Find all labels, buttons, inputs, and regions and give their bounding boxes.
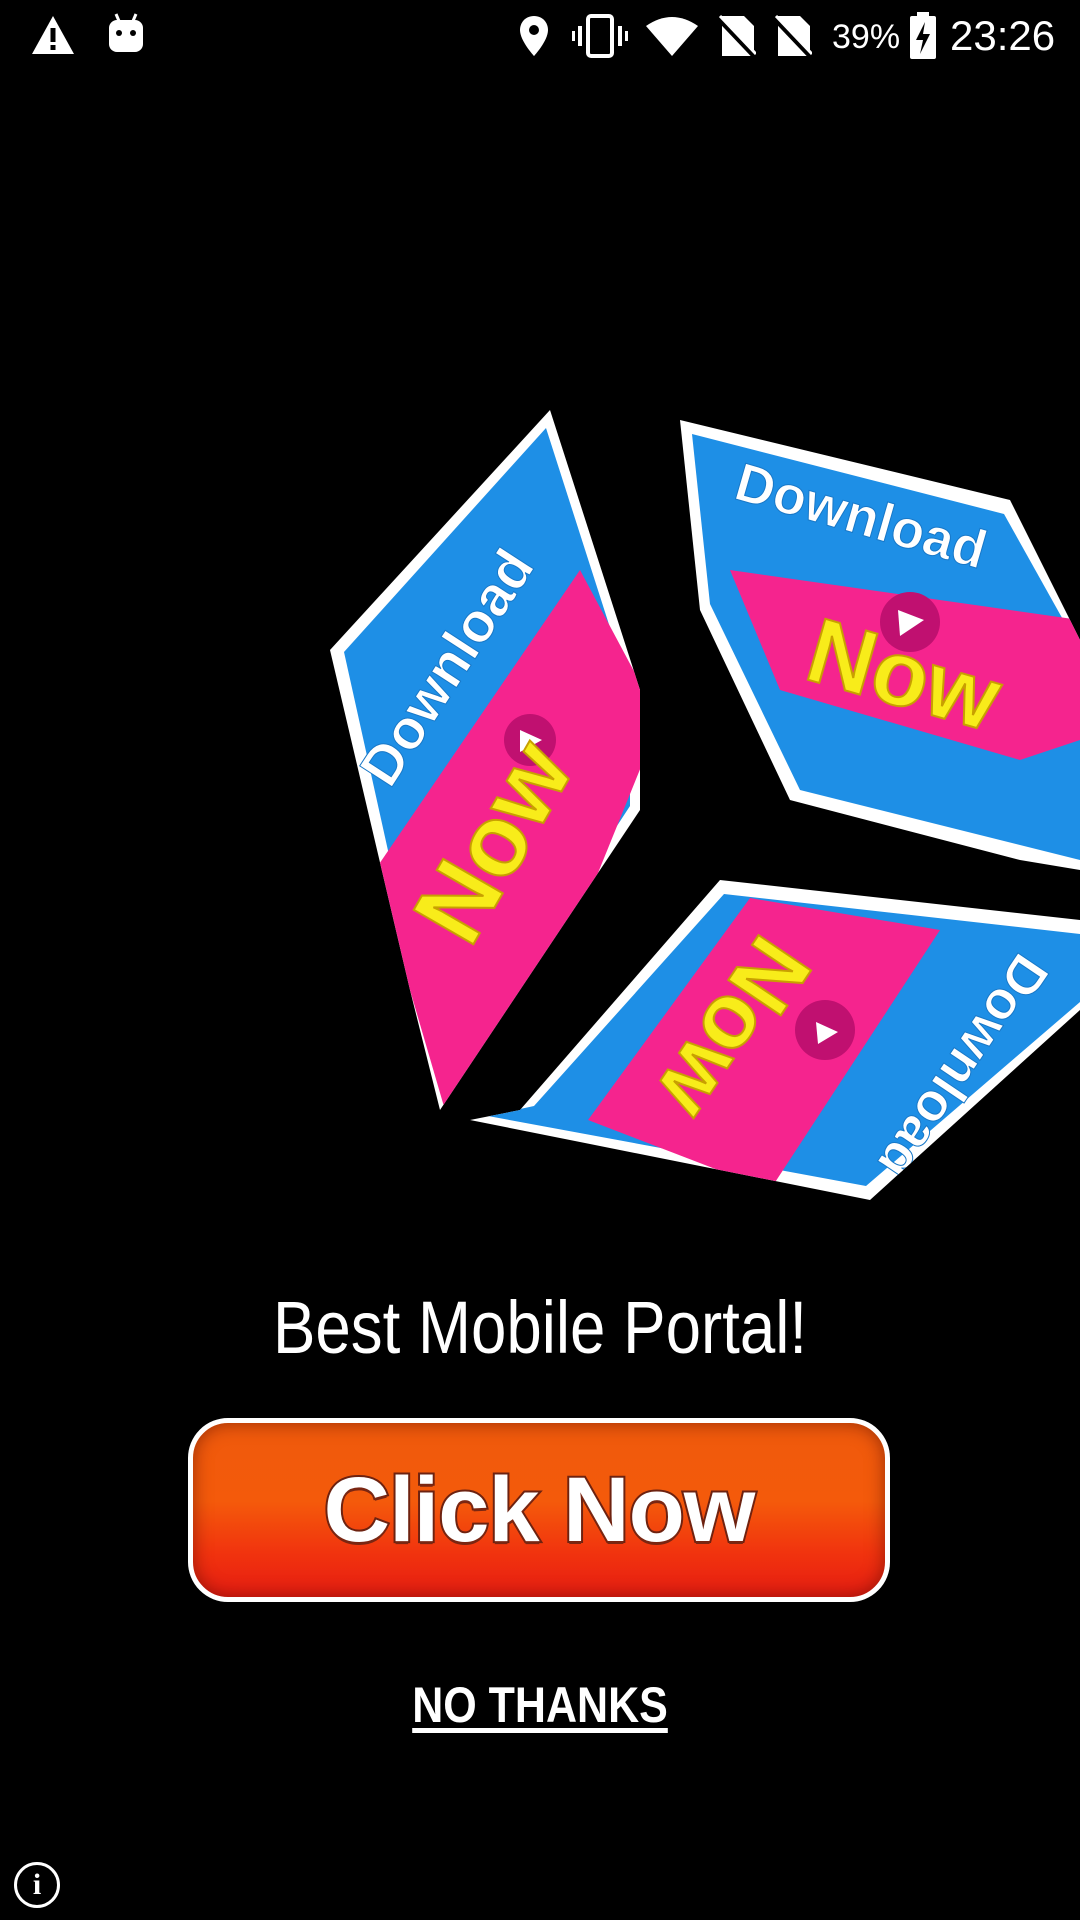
cube-face-bottom: Now Download bbox=[470, 880, 1080, 1200]
ad-cube-image[interactable]: Download Now Download Now Now Download bbox=[320, 390, 1080, 1230]
battery-percent: 39% bbox=[832, 18, 901, 56]
warning-icon bbox=[32, 16, 74, 54]
wifi-icon bbox=[646, 17, 698, 56]
battery-charging-icon bbox=[910, 12, 936, 59]
no-thanks-link[interactable]: NO THANKS bbox=[76, 1676, 1005, 1734]
info-icon[interactable]: i bbox=[14, 1862, 60, 1908]
clock: 23:26 bbox=[950, 12, 1056, 59]
cube-face-right: Download Now bbox=[680, 420, 1080, 870]
click-now-button[interactable]: Click Now bbox=[188, 1418, 890, 1602]
location-icon bbox=[520, 16, 548, 56]
click-now-label: Click Now bbox=[322, 1457, 758, 1563]
no-sim-icon bbox=[718, 14, 756, 58]
status-bar: 39% 23:26 bbox=[0, 0, 1080, 72]
ad-headline: Best Mobile Portal! bbox=[272, 1286, 808, 1369]
vibrate-icon bbox=[572, 14, 628, 58]
cube-face-left: Download Now bbox=[330, 410, 640, 1110]
no-sim-icon bbox=[774, 14, 812, 58]
android-icon bbox=[109, 13, 143, 52]
